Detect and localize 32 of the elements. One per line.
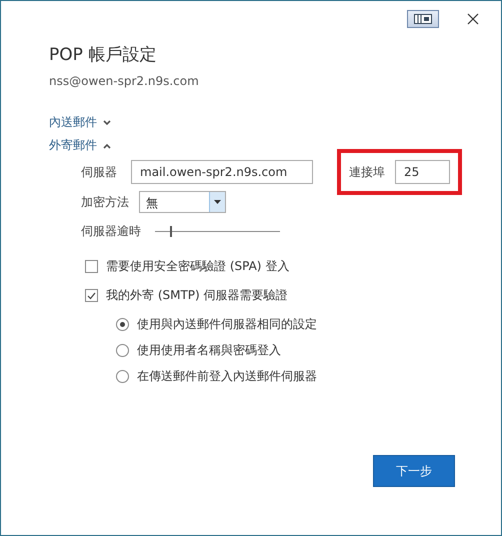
- snap-button[interactable]: [407, 10, 439, 28]
- encryption-dropdown[interactable]: 無: [139, 191, 226, 213]
- radio-button[interactable]: [116, 344, 129, 357]
- chevron-up-icon: [103, 142, 111, 148]
- checkbox[interactable]: [85, 289, 98, 302]
- account-email: nss@owen-spr2.n9s.com: [49, 74, 200, 88]
- radio-option[interactable]: 使用使用者名稱與密碼登入: [116, 342, 501, 359]
- close-button[interactable]: [465, 11, 481, 27]
- radio-button[interactable]: [116, 318, 129, 331]
- window-icon: [414, 14, 432, 24]
- caret-icon: [214, 200, 221, 204]
- close-icon: [467, 13, 479, 25]
- checkbox-option[interactable]: 需要使用安全密碼驗證 (SPA) 登入: [85, 258, 501, 275]
- dropdown-button[interactable]: [209, 192, 225, 212]
- section-toggle[interactable]: 外寄郵件: [49, 137, 111, 154]
- field-label: 伺服器: [81, 164, 117, 180]
- server-field[interactable]: mail.owen-spr2.n9s.com: [131, 160, 313, 184]
- next-button[interactable]: 下一步: [373, 455, 455, 487]
- chevron-down-icon: [103, 120, 111, 126]
- check-icon: [87, 292, 96, 300]
- field-label: 加密方法: [81, 194, 129, 210]
- checkbox-option[interactable]: 我的外寄 (SMTP) 伺服器需要驗證: [85, 287, 501, 304]
- radio-option[interactable]: 在傳送郵件前登入內送郵件伺服器: [116, 368, 501, 385]
- radio-button[interactable]: [116, 370, 129, 383]
- field-label: 伺服器逾時: [81, 223, 141, 240]
- checkbox[interactable]: [85, 260, 98, 273]
- dialog-title: POP 帳戶設定: [49, 44, 158, 66]
- port-field[interactable]: 25: [395, 160, 450, 184]
- radio-option[interactable]: 使用與內送郵件伺服器相同的設定: [116, 316, 501, 333]
- timeout-slider[interactable]: [155, 226, 280, 237]
- field-label: 連接埠: [349, 164, 385, 180]
- section-toggle[interactable]: 內送郵件: [49, 114, 111, 131]
